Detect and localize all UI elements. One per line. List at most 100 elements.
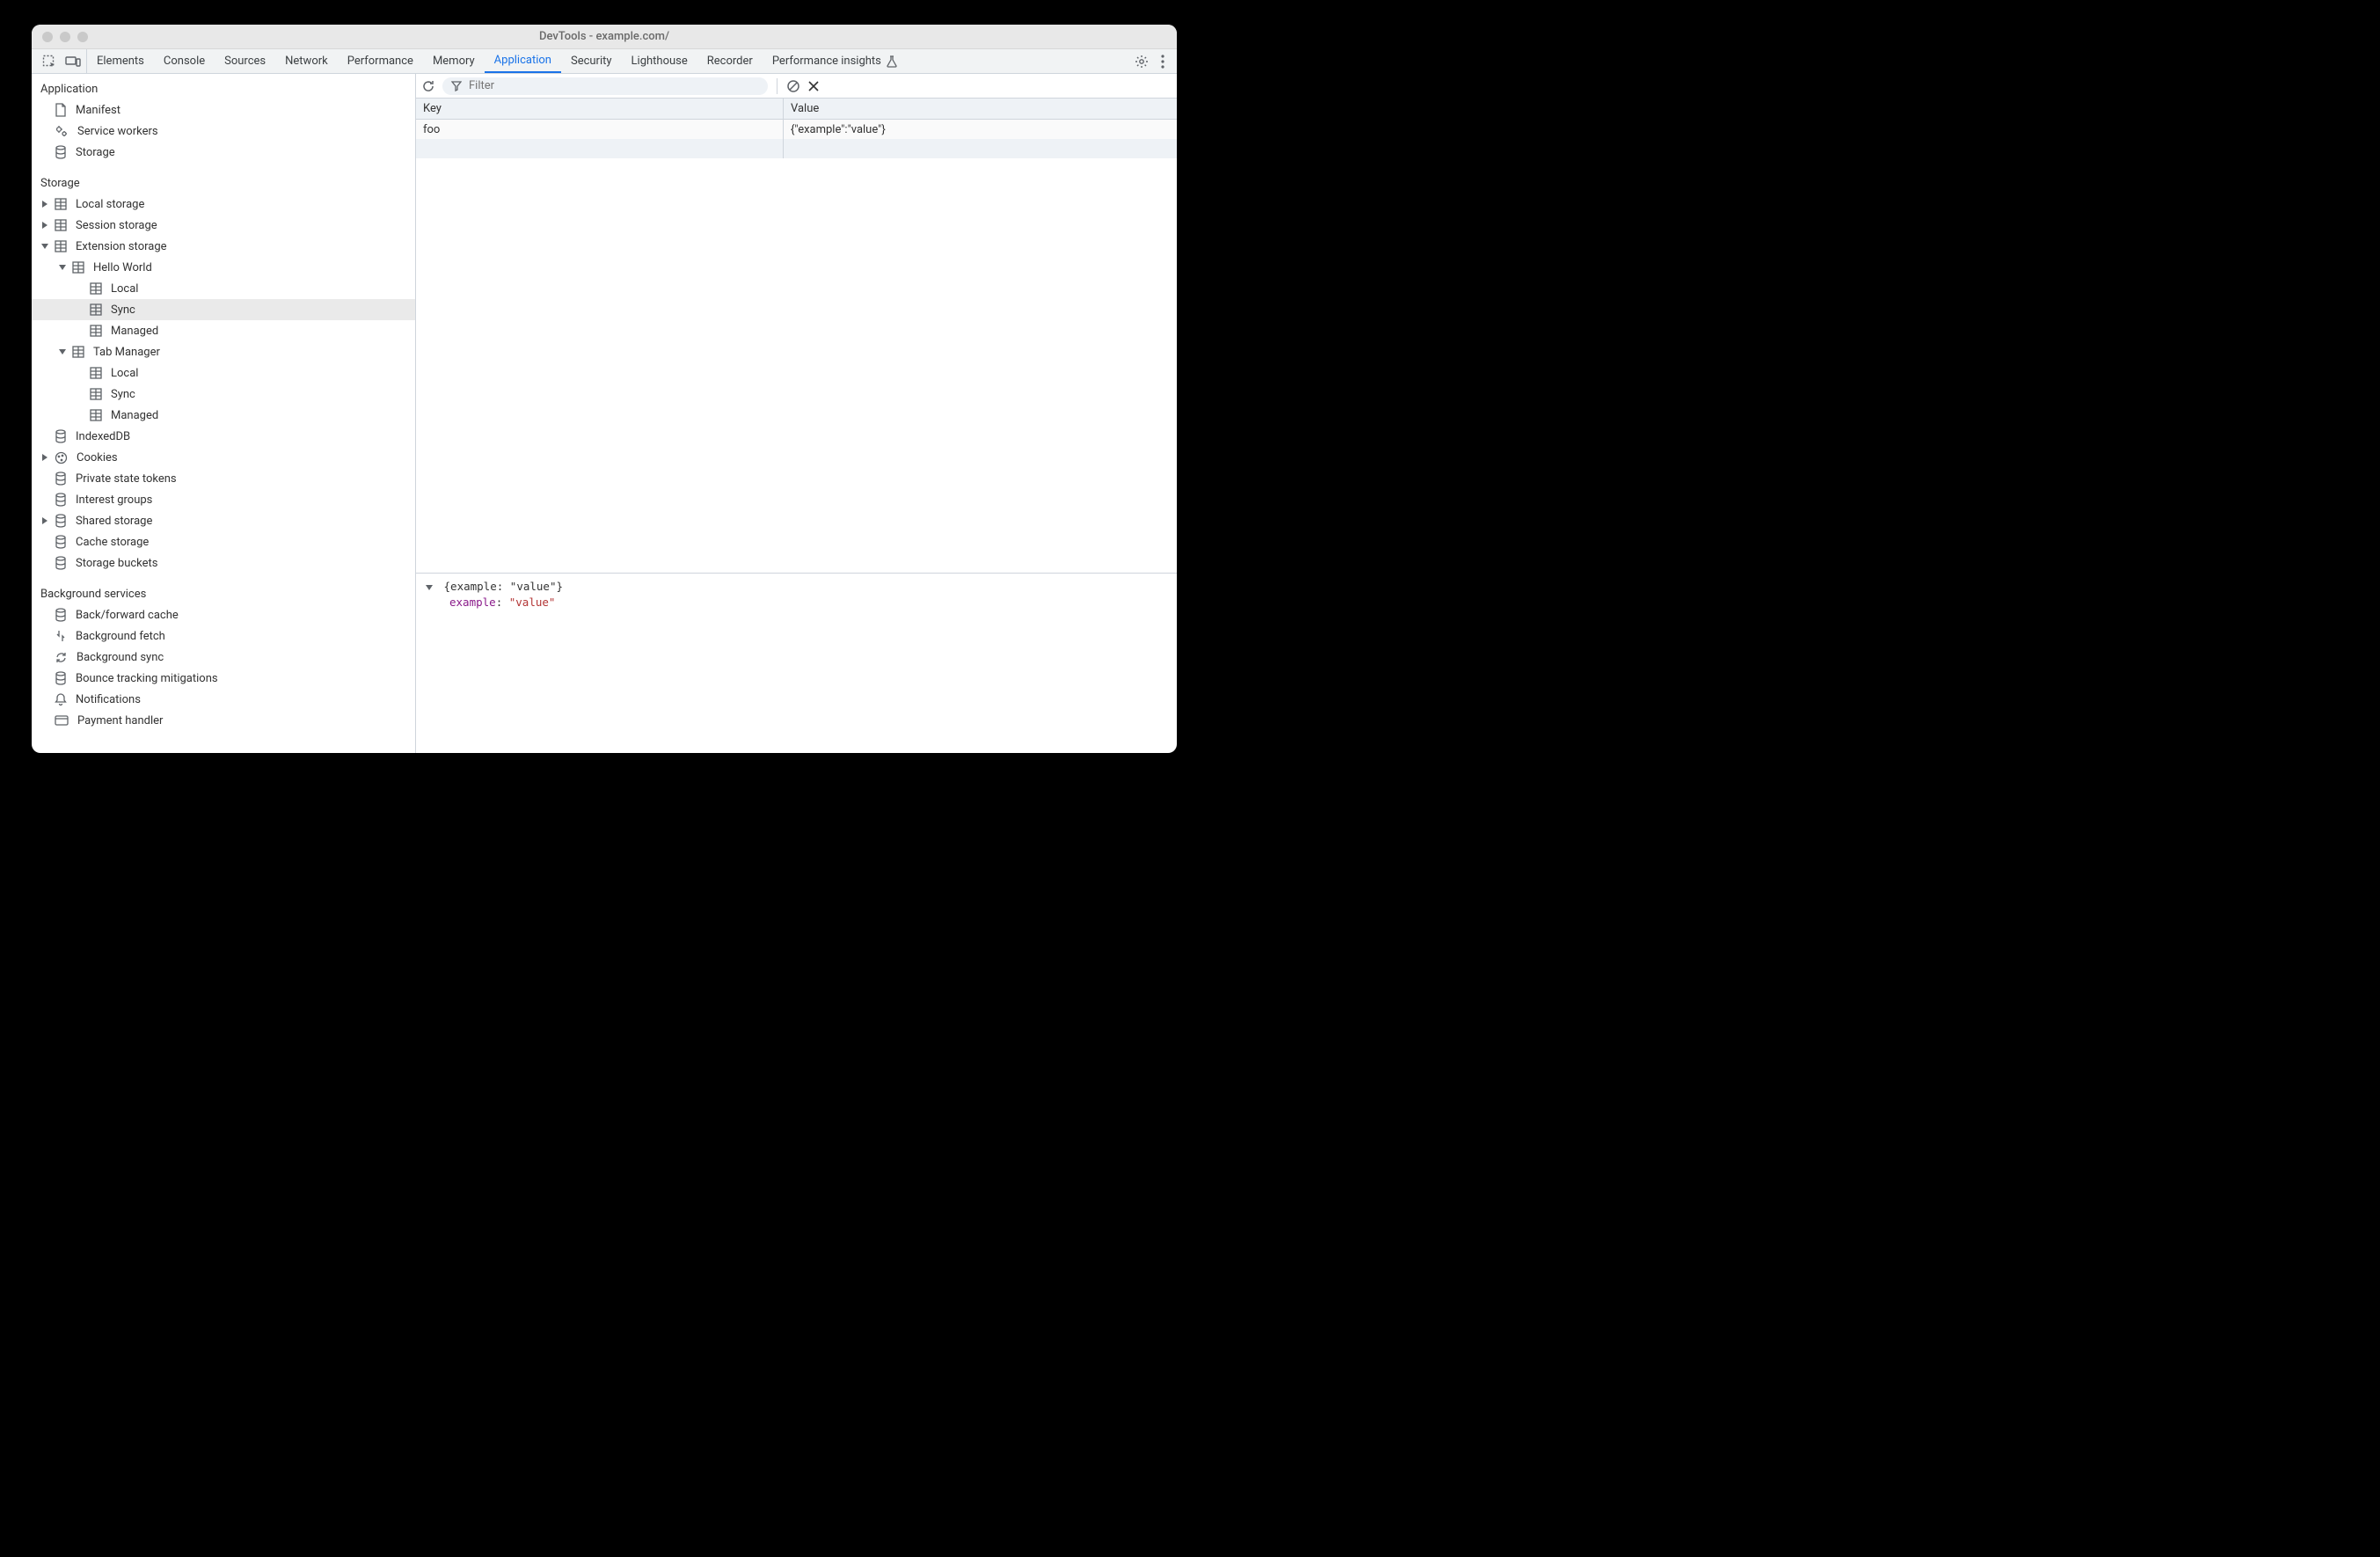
table-icon — [55, 198, 67, 210]
sidebar-item-local-storage[interactable]: Local storage — [32, 194, 415, 215]
sidebar-item-interest-groups[interactable]: Interest groups — [32, 489, 415, 510]
sidebar-item-storage-buckets[interactable]: Storage buckets — [32, 552, 415, 574]
sidebar-item-bf-cache[interactable]: Back/forward cache — [32, 604, 415, 625]
bell-icon — [55, 692, 67, 706]
item-label: Storage — [76, 146, 115, 159]
sidebar-item-hello-world[interactable]: Hello World — [32, 257, 415, 278]
item-label: Service workers — [77, 125, 158, 138]
sidebar-item-cache-storage[interactable]: Cache storage — [32, 531, 415, 552]
sidebar-item-tab-manager-local[interactable]: Local — [32, 362, 415, 384]
chevron-down-icon[interactable] — [425, 585, 434, 590]
cell-key[interactable]: foo — [416, 120, 784, 139]
item-label: Interest groups — [76, 493, 152, 507]
table-body: foo {"example":"value"} — [416, 120, 1177, 573]
chevron-down-icon[interactable] — [58, 265, 67, 270]
cell-value[interactable] — [784, 139, 1177, 158]
sidebar-item-private-state-tokens[interactable]: Private state tokens — [32, 468, 415, 489]
sidebar-item-manifest[interactable]: Manifest — [32, 99, 415, 121]
sidebar-item-payment-handler[interactable]: Payment handler — [32, 710, 415, 731]
minimize-dot[interactable] — [60, 32, 70, 42]
chevron-down-icon[interactable] — [40, 244, 49, 249]
sidebar-item-service-workers[interactable]: Service workers — [32, 121, 415, 142]
filter-field[interactable] — [442, 77, 768, 95]
sidebar-item-notifications[interactable]: Notifications — [32, 689, 415, 710]
item-label: IndexedDB — [76, 430, 130, 443]
table-icon — [90, 325, 102, 337]
more-vert-icon[interactable] — [1161, 55, 1164, 69]
zoom-dot[interactable] — [77, 32, 88, 42]
tab-perf-insights[interactable]: Performance insights — [763, 49, 907, 73]
column-value[interactable]: Value — [784, 99, 1177, 119]
close-dot[interactable] — [42, 32, 53, 42]
sidebar-item-hello-world-managed[interactable]: Managed — [32, 320, 415, 341]
sidebar-item-extension-storage[interactable]: Extension storage — [32, 236, 415, 257]
sidebar-item-tab-manager[interactable]: Tab Manager — [32, 341, 415, 362]
item-label: Local — [111, 282, 138, 296]
tab-security[interactable]: Security — [561, 49, 622, 73]
item-label: Sync — [111, 303, 135, 317]
tab-label: Performance — [347, 55, 413, 68]
sidebar-item-bounce-tracking[interactable]: Bounce tracking mitigations — [32, 668, 415, 689]
chevron-right-icon[interactable] — [40, 222, 49, 229]
tab-sources[interactable]: Sources — [215, 49, 275, 73]
flask-icon — [887, 55, 897, 68]
sidebar-item-background-fetch[interactable]: Background fetch — [32, 625, 415, 647]
chevron-right-icon[interactable] — [40, 454, 49, 461]
tab-console[interactable]: Console — [154, 49, 215, 73]
tab-application[interactable]: Application — [485, 49, 561, 73]
item-label: Cookies — [77, 451, 118, 464]
preview-summary[interactable]: {example: "value"} — [425, 579, 1168, 595]
column-label: Value — [791, 102, 819, 115]
file-icon — [55, 103, 67, 117]
sidebar-item-hello-world-local[interactable]: Local — [32, 278, 415, 299]
tab-label: Memory — [433, 55, 475, 68]
sidebar-item-tab-manager-managed[interactable]: Managed — [32, 405, 415, 426]
chevron-right-icon[interactable] — [40, 517, 49, 524]
gear-icon[interactable] — [1135, 55, 1149, 69]
preview-property[interactable]: example: "value" — [425, 595, 1168, 610]
chevron-right-icon[interactable] — [40, 201, 49, 208]
cell-text: {"example":"value"} — [791, 123, 886, 136]
preview-value: "value" — [509, 596, 556, 609]
titlebar: DevTools - example.com/ — [32, 25, 1177, 49]
tab-memory[interactable]: Memory — [423, 49, 485, 73]
sidebar-item-hello-world-sync[interactable]: Sync — [32, 299, 415, 320]
item-label: Storage buckets — [76, 557, 158, 570]
column-key[interactable]: Key — [416, 99, 784, 119]
cookie-icon — [55, 451, 68, 464]
refresh-icon[interactable] — [421, 79, 435, 93]
tab-lighthouse[interactable]: Lighthouse — [622, 49, 697, 73]
tab-label: Elements — [97, 55, 144, 68]
cell-key[interactable] — [416, 139, 784, 158]
table-icon — [90, 409, 102, 421]
tab-recorder[interactable]: Recorder — [697, 49, 763, 73]
tab-performance[interactable]: Performance — [338, 49, 423, 73]
table-icon — [55, 219, 67, 231]
sidebar-item-background-sync[interactable]: Background sync — [32, 647, 415, 668]
device-icon[interactable] — [65, 55, 81, 68]
table-row[interactable]: foo {"example":"value"} — [416, 120, 1177, 139]
table-icon — [90, 388, 102, 400]
sidebar-item-session-storage[interactable]: Session storage — [32, 215, 415, 236]
sidebar-item-shared-storage[interactable]: Shared storage — [32, 510, 415, 531]
cell-text: foo — [423, 123, 440, 136]
tab-elements[interactable]: Elements — [87, 49, 154, 73]
chevron-down-icon[interactable] — [58, 349, 67, 355]
inspect-icon[interactable] — [42, 55, 56, 69]
item-label: Tab Manager — [93, 346, 160, 359]
window-title: DevTools - example.com/ — [32, 30, 1177, 43]
item-label: Hello World — [93, 261, 152, 274]
tab-network[interactable]: Network — [275, 49, 338, 73]
table-row[interactable] — [416, 139, 1177, 158]
sidebar-item-tab-manager-sync[interactable]: Sync — [32, 384, 415, 405]
close-icon[interactable] — [807, 80, 820, 92]
filter-input[interactable] — [467, 78, 759, 94]
cell-value[interactable]: {"example":"value"} — [784, 120, 1177, 139]
sidebar-item-cookies[interactable]: Cookies — [32, 447, 415, 468]
sidebar-item-indexeddb[interactable]: IndexedDB — [32, 426, 415, 447]
sidebar-item-storage[interactable]: Storage — [32, 142, 415, 163]
item-label: Bounce tracking mitigations — [76, 672, 218, 685]
tab-label: Recorder — [707, 55, 753, 68]
clear-icon[interactable] — [786, 79, 800, 93]
database-icon — [55, 671, 67, 685]
